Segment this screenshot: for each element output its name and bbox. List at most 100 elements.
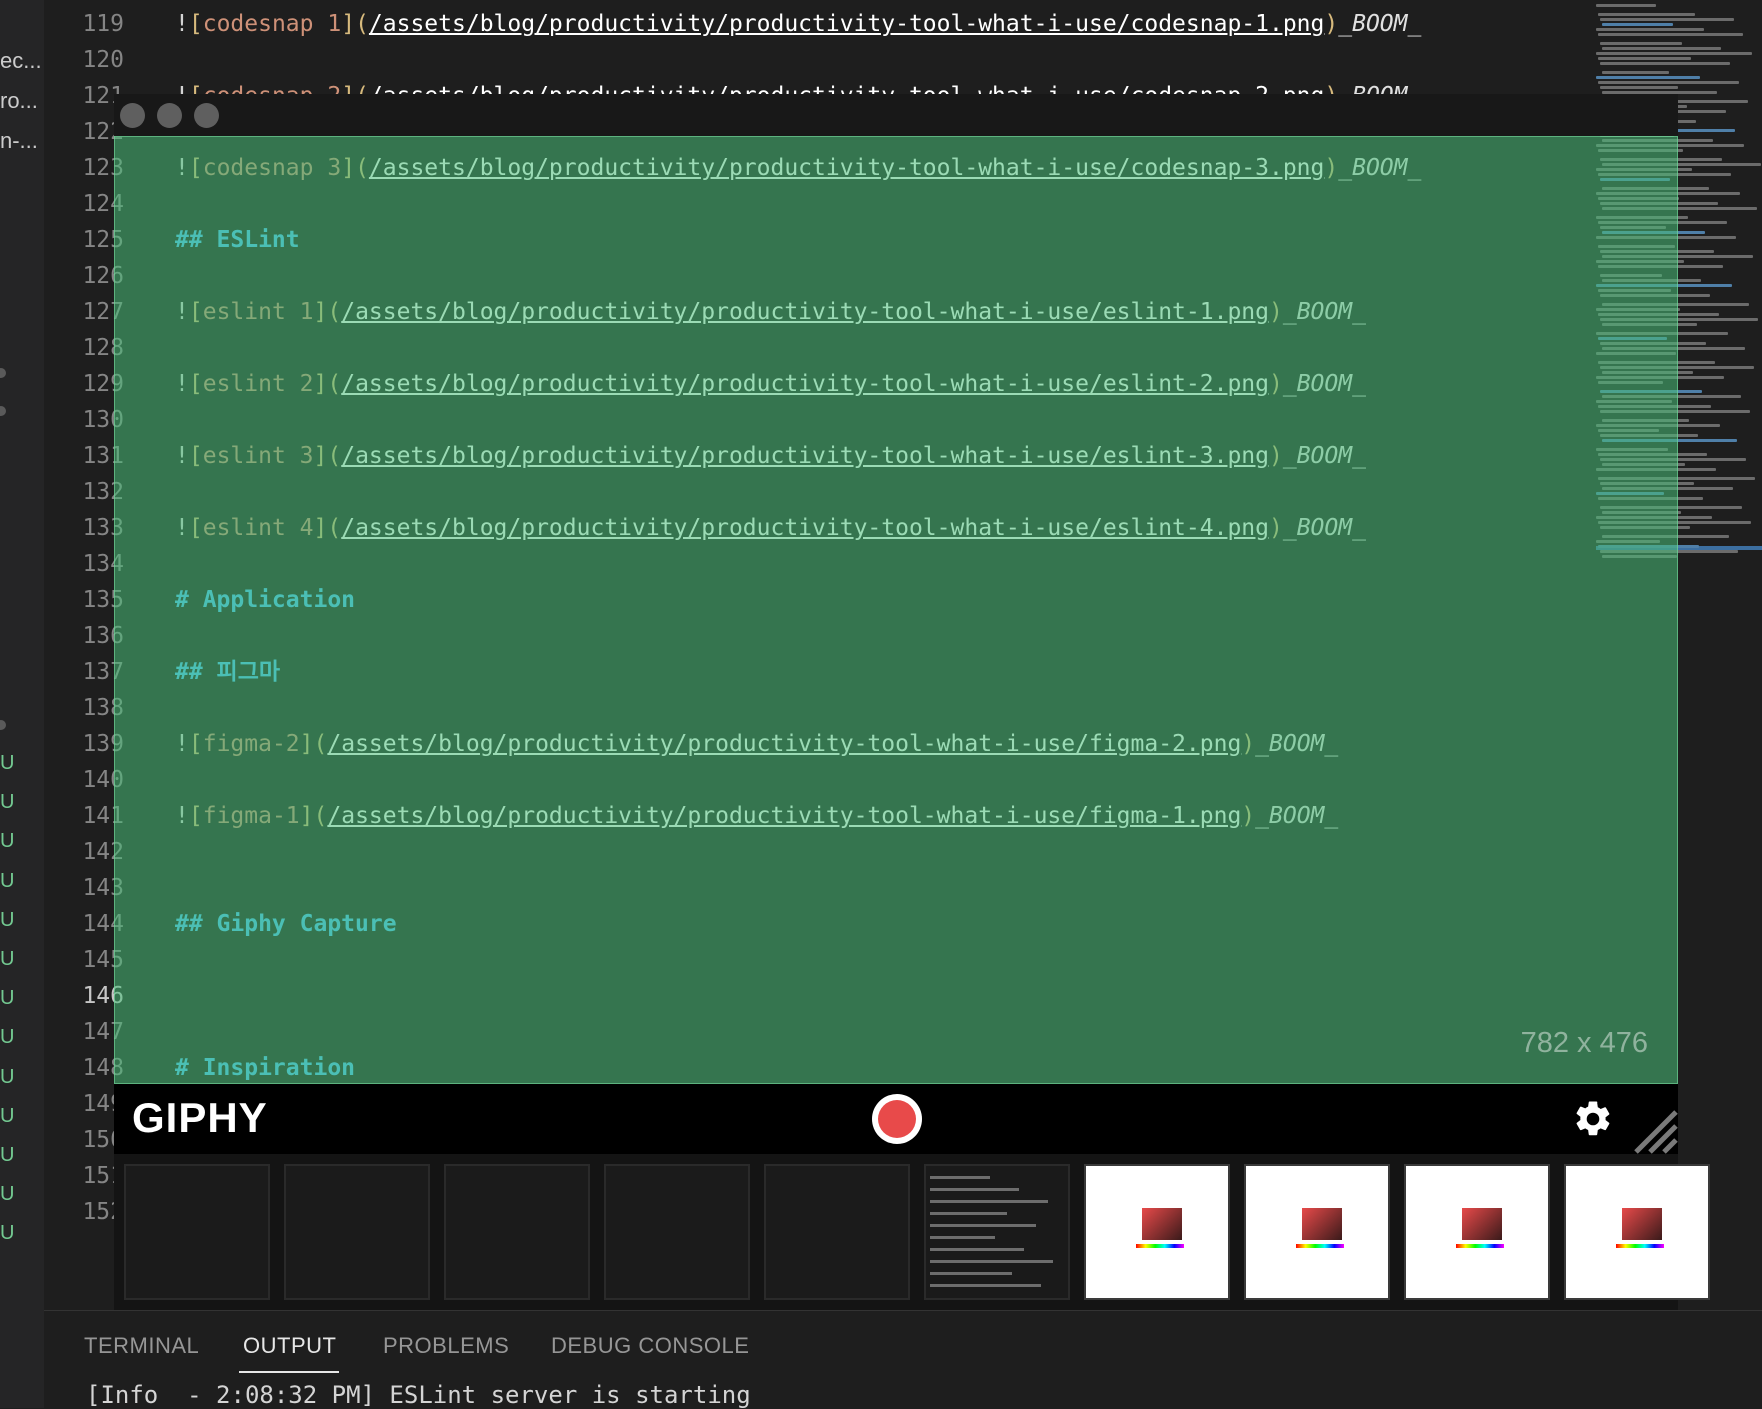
line-number: 143 bbox=[82, 875, 124, 901]
emphasis-text: _BOOM_ bbox=[1338, 11, 1422, 37]
minimap-row bbox=[1598, 57, 1691, 60]
alt-close-bracket: ] bbox=[341, 11, 356, 37]
record-icon bbox=[878, 1100, 916, 1138]
tab-output[interactable]: OUTPUT bbox=[243, 1333, 336, 1359]
thumb-hue-bar bbox=[1296, 1244, 1344, 1248]
giphy-logo: GIPHY bbox=[132, 1094, 268, 1141]
zoom-window-button[interactable] bbox=[194, 103, 219, 128]
giphy-capture-window: 782 x 476 GIPHY bbox=[114, 94, 1710, 1314]
line-number: 124 bbox=[82, 191, 124, 217]
line-number: 126 bbox=[82, 263, 124, 289]
line-number: 146 bbox=[82, 983, 124, 1009]
line-number: 122 bbox=[82, 119, 124, 145]
settings-button[interactable] bbox=[1572, 1098, 1614, 1140]
giphy-toolbar: GIPHY bbox=[114, 1084, 1678, 1154]
minimap-row bbox=[1600, 62, 1730, 65]
minimap-row bbox=[1596, 52, 1752, 55]
image-alt-text: codesnap 1 bbox=[202, 11, 342, 37]
line-number: 127 bbox=[82, 299, 124, 325]
capture-frame[interactable]: 782 x 476 bbox=[114, 136, 1678, 1084]
thumb-hue-bar bbox=[1616, 1244, 1664, 1248]
tab-terminal[interactable]: TERMINAL bbox=[84, 1333, 199, 1359]
minimap-row bbox=[1600, 18, 1734, 21]
modified-dot-icon bbox=[0, 368, 6, 378]
output-log-line: [Info - 2:08:32 PM] ESLint server is sta… bbox=[86, 1381, 751, 1409]
thumb-code-line bbox=[930, 1284, 1041, 1287]
thumb-color-swatch bbox=[1302, 1208, 1342, 1240]
frame-thumbnail[interactable] bbox=[444, 1164, 590, 1300]
thumb-code-line bbox=[930, 1248, 1024, 1251]
frame-thumbnail[interactable] bbox=[284, 1164, 430, 1300]
frame-thumbnail-strip bbox=[114, 1154, 1710, 1314]
tab-debug-console[interactable]: DEBUG CONSOLE bbox=[551, 1333, 749, 1359]
minimap-row bbox=[1596, 28, 1704, 31]
capture-size-label: 782 x 476 bbox=[1520, 1027, 1648, 1059]
minimize-window-button[interactable] bbox=[157, 103, 182, 128]
line-number: 133 bbox=[82, 515, 124, 541]
modified-dot-icon bbox=[0, 720, 6, 730]
gear-icon bbox=[1576, 1101, 1610, 1136]
explorer-item[interactable]: n-... bbox=[0, 128, 38, 154]
frame-thumbnail[interactable] bbox=[1564, 1164, 1710, 1300]
frame-thumbnail[interactable] bbox=[604, 1164, 750, 1300]
thumb-code-line bbox=[930, 1188, 1019, 1191]
alt-open-bracket: [ bbox=[188, 11, 203, 37]
line-number: 119 bbox=[82, 11, 124, 37]
thumb-hue-bar bbox=[1136, 1244, 1184, 1248]
untracked-marker: U bbox=[0, 987, 15, 1010]
window-titlebar[interactable] bbox=[114, 94, 1678, 136]
frame-thumbnail[interactable] bbox=[924, 1164, 1070, 1300]
minimap-row bbox=[1602, 23, 1673, 26]
line-number: 125 bbox=[82, 227, 124, 253]
line-number: 149 bbox=[82, 1091, 124, 1117]
line-number: 138 bbox=[82, 695, 124, 721]
line-number: 145 bbox=[82, 947, 124, 973]
line-number: 139 bbox=[82, 731, 124, 757]
thumb-code-line bbox=[930, 1272, 1012, 1275]
minimap-row bbox=[1600, 42, 1682, 45]
explorer-item[interactable]: ec... bbox=[0, 48, 42, 74]
line-number: 151 bbox=[82, 1163, 124, 1189]
untracked-marker: U bbox=[0, 908, 15, 931]
explorer-item[interactable]: ro... bbox=[0, 88, 38, 114]
line-number: 131 bbox=[82, 443, 124, 469]
bottom-panel: TERMINAL OUTPUT PROBLEMS DEBUG CONSOLE [… bbox=[44, 1310, 1762, 1409]
minimap-row bbox=[1602, 47, 1721, 50]
thumb-color-swatch bbox=[1622, 1208, 1662, 1240]
frame-thumbnail[interactable] bbox=[124, 1164, 270, 1300]
untracked-marker: U bbox=[0, 752, 15, 774]
close-window-button[interactable] bbox=[120, 103, 145, 128]
record-button[interactable] bbox=[872, 1094, 922, 1144]
resize-handle[interactable] bbox=[1630, 1104, 1678, 1154]
untracked-marker: U bbox=[0, 830, 15, 853]
frame-thumbnail[interactable] bbox=[1244, 1164, 1390, 1300]
minimap-row bbox=[1596, 4, 1656, 7]
frame-thumbnail[interactable] bbox=[1084, 1164, 1230, 1300]
line-number: 136 bbox=[82, 623, 124, 649]
markdown-image-line[interactable]: ![codesnap 1](/assets/blog/productivity/… bbox=[175, 6, 1421, 42]
url-open-paren: ( bbox=[355, 11, 369, 37]
line-number: 123 bbox=[82, 155, 124, 181]
line-number: 147 bbox=[82, 1019, 124, 1045]
line-number: 152 bbox=[82, 1199, 124, 1225]
line-number: 132 bbox=[82, 479, 124, 505]
modified-dot-icon bbox=[0, 406, 6, 416]
untracked-marker: U bbox=[0, 1222, 15, 1245]
untracked-marker: U bbox=[0, 791, 15, 814]
line-number: 150 bbox=[82, 1127, 124, 1153]
minimap-row bbox=[1598, 13, 1695, 16]
line-number: 141 bbox=[82, 803, 124, 829]
active-tab-indicator bbox=[239, 1371, 339, 1373]
thumb-color-swatch bbox=[1142, 1208, 1182, 1240]
untracked-marker: U bbox=[0, 1026, 15, 1049]
line-number: 121 bbox=[82, 83, 124, 109]
untracked-marker: U bbox=[0, 1183, 15, 1206]
minimap-row bbox=[1602, 71, 1669, 74]
frame-thumbnail[interactable] bbox=[764, 1164, 910, 1300]
line-number: 135 bbox=[82, 587, 124, 613]
thumb-color-swatch bbox=[1462, 1208, 1502, 1240]
tab-problems[interactable]: PROBLEMS bbox=[383, 1333, 509, 1359]
minimap-row bbox=[1598, 33, 1743, 36]
frame-thumbnail[interactable] bbox=[1404, 1164, 1550, 1300]
thumb-code-line bbox=[930, 1176, 990, 1179]
